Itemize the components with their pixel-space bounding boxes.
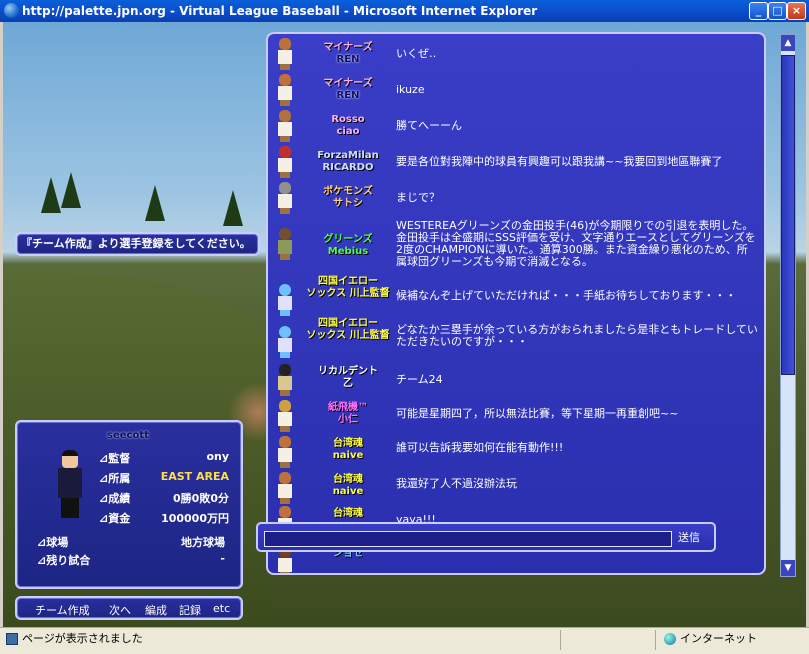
team-name: リカルデント <box>318 366 378 377</box>
chat-log[interactable]: マイナーズ REN いくぜ‥ マイナーズ REN ikuze Rosso ciao 勝… <box>266 32 766 575</box>
team-name: 台湾魂 <box>333 508 363 519</box>
scroll-up-icon[interactable]: ▲ <box>781 35 795 51</box>
manager-name: naive <box>332 450 364 461</box>
player-sprite-icon <box>276 472 294 504</box>
chat-scrollbar[interactable]: ▲ ▼ <box>780 34 796 577</box>
chat-input[interactable] <box>264 531 672 547</box>
team-name: マイナーズ <box>323 78 373 89</box>
manager-name: サトシ <box>333 198 363 209</box>
manager-name: ソックス 川上監督 <box>306 288 390 299</box>
scroll-thumb[interactable] <box>781 55 795 375</box>
menu-etc[interactable]: etc <box>213 602 230 615</box>
title-bar: http://palette.jpn.org - Virtual League … <box>0 0 809 22</box>
player-sprite-icon <box>276 400 294 432</box>
close-button[interactable]: × <box>787 2 806 20</box>
menu-team-create[interactable]: チーム作成 <box>35 602 90 618</box>
tree-icon <box>223 190 243 226</box>
player-sprite-icon <box>276 182 294 214</box>
team-name: 台湾魂 <box>333 474 363 485</box>
minimize-button[interactable]: _ <box>749 2 768 20</box>
status-divider <box>655 630 656 650</box>
status-text: ページが表示されました <box>22 632 143 645</box>
manager-name: REN <box>336 54 360 65</box>
team-name: グリーンズ <box>323 234 373 245</box>
team-name: 紙飛機™ <box>328 402 368 413</box>
player-sprite-icon <box>276 146 294 178</box>
maximize-button[interactable]: □ <box>768 2 787 20</box>
manager-avatar <box>55 450 85 520</box>
message-text: いくぜ‥ <box>396 47 437 60</box>
message-text: どなたか三塁手が余っている方がおられましたら是非ともトレードしていただきたいので… <box>396 323 758 348</box>
page-icon <box>6 633 18 645</box>
internet-zone-icon <box>664 633 676 645</box>
manager-name: 乙 <box>343 378 353 389</box>
message-text: 誰可以告訴我要如何在能有動作!!! <box>396 441 564 454</box>
message-text: 勝てへーーん <box>396 119 462 132</box>
message-text: まじで？ <box>396 191 440 204</box>
manager-name: ciao <box>336 126 360 137</box>
tree-icon <box>41 177 61 213</box>
status-bar: ページが表示されました インターネット <box>0 627 809 654</box>
team-name: ForzaMilan <box>317 150 379 161</box>
menu-records[interactable]: 記録 <box>179 602 201 618</box>
game-viewport: 『チーム作成』より選手登録をしてください。 seecott ⊿監督 ony ⊿所… <box>3 22 806 627</box>
player-sprite-icon <box>276 284 294 316</box>
team-name: Rosso <box>331 114 365 125</box>
message-text: チーム24 <box>396 373 443 386</box>
player-sprite-icon <box>276 38 294 70</box>
player-sprite-icon <box>276 364 294 396</box>
message-text: ikuze <box>396 83 425 96</box>
message-text: 要是各位對我陣中的球員有興趣可以跟我講~~我要回到地區聯賽了 <box>396 155 723 168</box>
zone-text: インターネット <box>680 632 757 645</box>
notice-text: 『チーム作成』より選手登録をしてください。 <box>21 237 251 250</box>
bottom-menu: チーム作成 次へ 編成 記録 etc <box>15 596 243 620</box>
chat-input-bar: 送信 <box>256 522 716 552</box>
tree-icon <box>145 185 165 221</box>
player-name: seecott <box>107 430 149 441</box>
team-name: 四国イエロー <box>318 276 378 287</box>
manager-name: Mebius <box>327 246 369 257</box>
player-sprite-icon <box>276 436 294 468</box>
team-name: 四国イエロー <box>318 318 378 329</box>
notice-panel[interactable]: 『チーム作成』より選手登録をしてください。 <box>15 232 260 256</box>
window-title: http://palette.jpn.org - Virtual League … <box>22 4 538 18</box>
message-text: 候補なんぞ上げていただければ・・・手紙お待ちしております・・・ <box>396 289 737 302</box>
send-button[interactable]: 送信 <box>678 529 700 545</box>
tree-icon <box>61 172 81 208</box>
message-text: WESTEREAグリーンズの金田投手(46)が今期限りでの引退を表明した。金田投… <box>396 219 756 268</box>
manager-name: ソックス 川上監督 <box>306 330 390 341</box>
player-sprite-icon <box>276 228 294 260</box>
menu-roster[interactable]: 編成 <box>145 602 167 618</box>
team-name: ポケモンズ <box>323 186 373 197</box>
menu-next[interactable]: 次へ <box>109 602 131 618</box>
status-divider <box>560 630 561 650</box>
scroll-down-icon[interactable]: ▼ <box>781 560 795 576</box>
manager-name: 小仁 <box>338 414 358 425</box>
message-text: 我還好了人不過沒辦法玩 <box>396 477 517 490</box>
manager-name: naive <box>332 486 364 497</box>
player-sprite-icon <box>276 110 294 142</box>
player-sprite-icon <box>276 74 294 106</box>
ie-icon <box>4 3 19 18</box>
team-name: マイナーズ <box>323 42 373 53</box>
manager-name: RICARDO <box>322 162 374 173</box>
player-status-panel: seecott ⊿監督 ony ⊿所属 EAST AREA ⊿成績 0勝0敗0分… <box>15 420 243 589</box>
player-sprite-icon <box>276 326 294 358</box>
message-text: 可能是星期四了，所以無法比賽，等下星期一再重創吧~~ <box>396 407 679 420</box>
team-name: 台湾魂 <box>333 438 363 449</box>
manager-name: REN <box>336 90 360 101</box>
